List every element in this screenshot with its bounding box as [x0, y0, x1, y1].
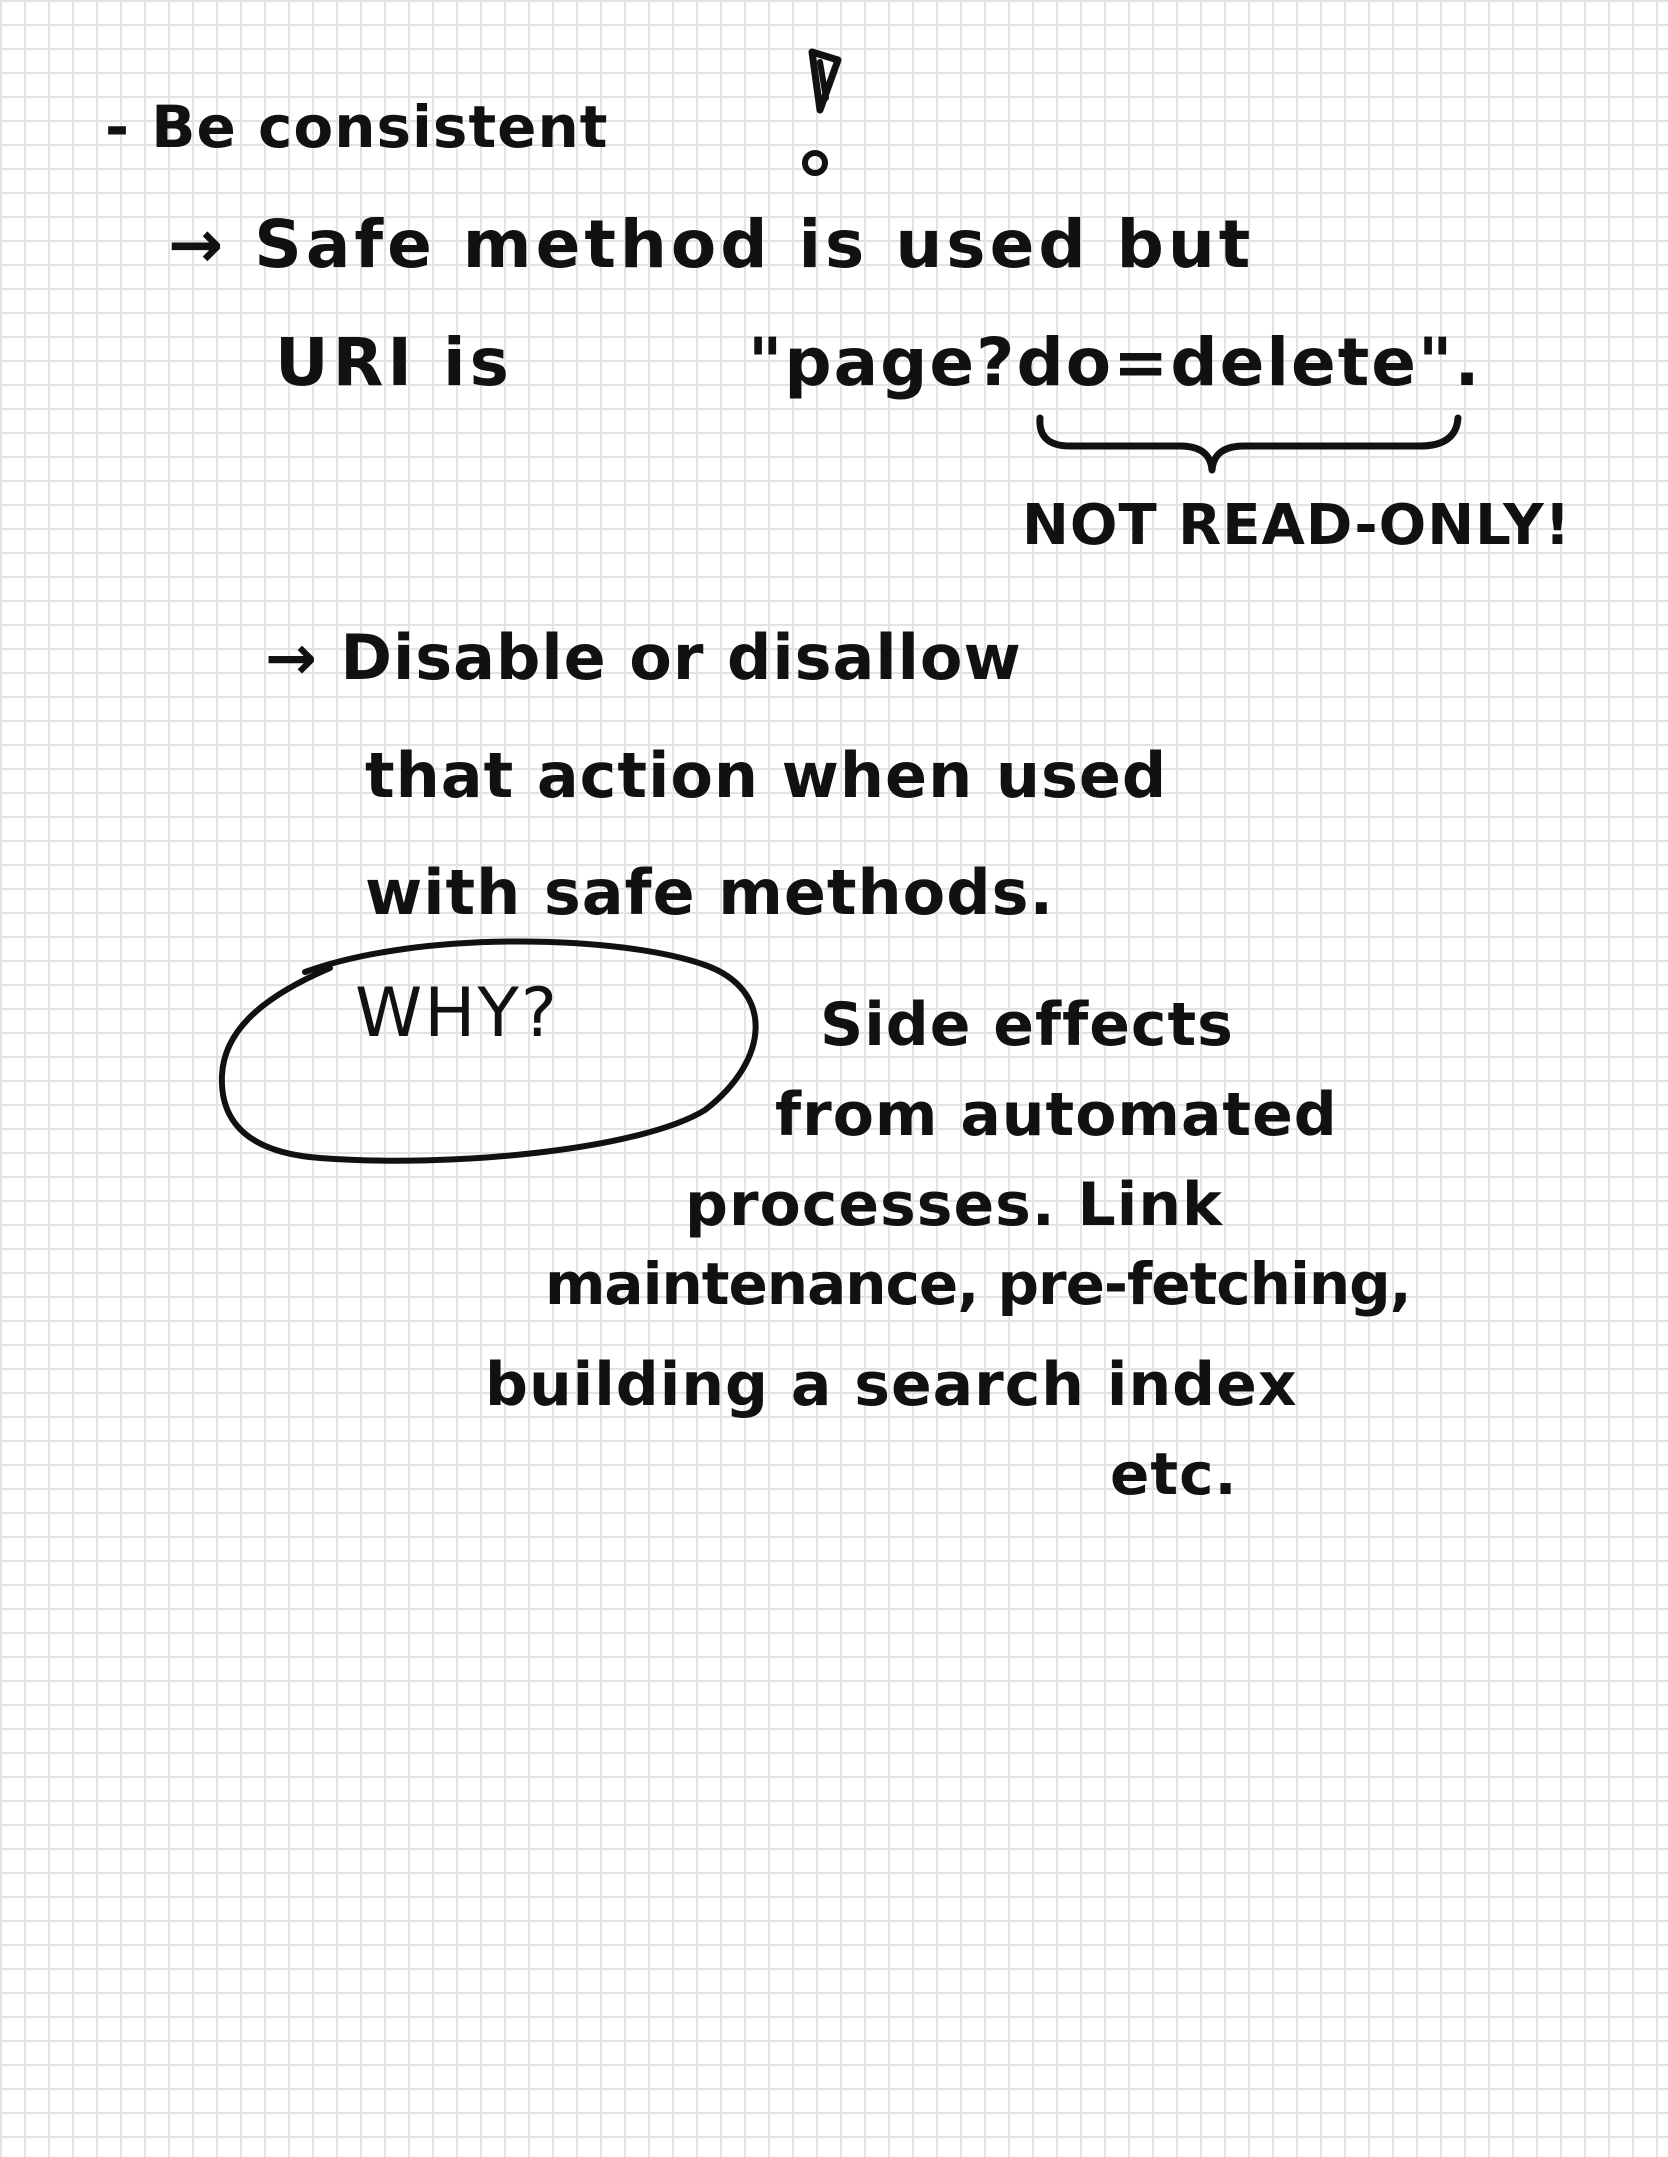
note-line-etc: etc.: [1110, 1440, 1238, 1508]
note-line-side-effects: Side effects: [820, 990, 1234, 1060]
note-line-be-consistent: - Be consistent: [105, 93, 609, 161]
warning-icon: [802, 48, 842, 176]
note-line-maintenance: maintenance, pre-fetching,: [545, 1250, 1412, 1318]
note-line-processes: processes. Link: [685, 1170, 1223, 1240]
note-line-uri-example: "page?do=delete".: [748, 324, 1482, 401]
note-line-that-action: that action when used: [365, 739, 1168, 812]
note-line-from-automated: from automated: [775, 1080, 1338, 1150]
note-line-uri-label: URI is: [275, 324, 513, 401]
note-line-disable: → Disable or disallow: [265, 621, 1022, 694]
note-page: - Be consistent → Safe method is used bu…: [0, 0, 1668, 2157]
underbrace-icon: [1036, 414, 1462, 474]
note-line-search-index: building a search index: [485, 1350, 1298, 1420]
note-why: WHY?: [355, 974, 559, 1053]
note-annotation-not-read-only: NOT READ-ONLY!: [1022, 493, 1572, 558]
note-line-safe-method: → Safe method is used but: [168, 206, 1255, 283]
note-line-safe-methods: with safe methods.: [365, 856, 1055, 929]
